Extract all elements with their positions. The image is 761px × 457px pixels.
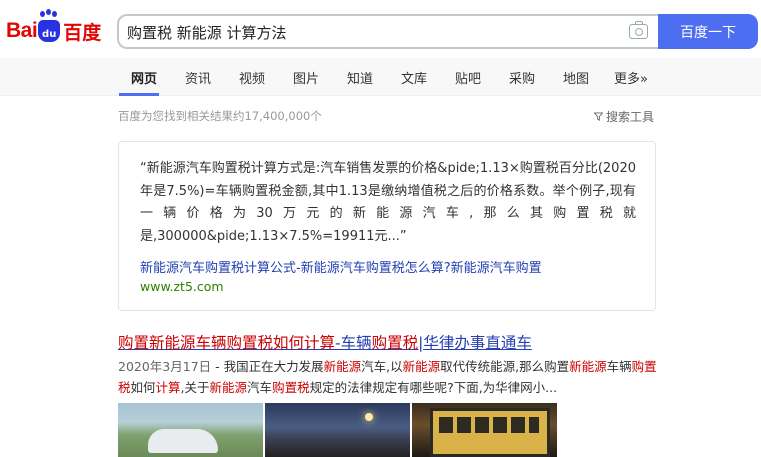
answer-text: “新能源汽车购置税计算方式是:汽车销售发票的价格&pide;1.13×购置税百分…	[140, 161, 636, 244]
logo-text-bai: Bai	[6, 19, 38, 42]
desc-segment: 计算	[155, 380, 181, 395]
tab-wenku[interactable]: 文库	[401, 68, 427, 87]
header: Bai du 百度 百度一下	[0, 0, 761, 58]
bus-shape	[430, 408, 550, 457]
street-lamp-shape	[365, 413, 373, 421]
tab-map[interactable]: 地图	[563, 68, 589, 87]
thumbnail-image[interactable]	[412, 403, 557, 457]
answer-source-link[interactable]: 新能源汽车购置税计算公式-新能源汽车购置税怎么算?新能源汽车购置	[140, 257, 542, 276]
desc-segment: - 我国正在大力发展	[211, 359, 324, 374]
desc-segment: 新能源	[323, 359, 362, 374]
tab-tieba[interactable]: 贴吧	[455, 68, 481, 87]
result-date: 2020年3月17日	[118, 359, 212, 374]
tab-more[interactable]: 更多»	[614, 68, 648, 87]
desc-segment: 新能源	[209, 380, 248, 395]
result-title-link[interactable]: 购置新能源车辆购置税如何计算-车辆购置税|华律办事直通车	[118, 331, 532, 353]
title-segment: |华律办事直通车	[418, 334, 532, 352]
desc-segment: 汽车,以	[361, 359, 403, 374]
title-segment: 购置税	[371, 334, 419, 352]
baidu-logo[interactable]: Bai du 百度	[6, 11, 102, 48]
active-tab-indicator	[119, 93, 159, 96]
desc-segment: 取代传统能源,那么购置	[440, 359, 570, 374]
logo-text-cn: 百度	[63, 21, 102, 44]
desc-segment: 新能源	[569, 359, 607, 374]
thumbnail-image[interactable]	[118, 403, 263, 457]
desc-segment: 规定的法律规定有哪些呢?下面,为华律网小...	[309, 380, 558, 395]
search-tools-button[interactable]: 搜索工具	[594, 108, 654, 125]
answer-card: “新能源汽车购置税计算方式是:汽车销售发票的价格&pide;1.13×购置税百分…	[118, 141, 656, 311]
answer-source-site: www.zt5.com	[140, 279, 224, 294]
tab-news[interactable]: 资讯	[185, 68, 211, 87]
title-segment: -车辆	[335, 334, 372, 352]
desc-segment: 汽车	[247, 380, 273, 395]
tab-web[interactable]: 网页	[131, 68, 157, 87]
tab-zhidao[interactable]: 知道	[347, 68, 373, 87]
tab-images[interactable]: 图片	[293, 68, 319, 87]
thumbnail-image[interactable]	[265, 403, 410, 457]
tab-caigou[interactable]: 采购	[509, 68, 535, 87]
title-segment: 购置新能源车辆购置税如何计算	[118, 334, 336, 352]
result-thumbnails	[118, 403, 557, 457]
desc-segment: 新能源	[402, 359, 441, 374]
car-shape	[148, 429, 218, 453]
nav-tabs: 网页 资讯 视频 图片 知道 文库 贴吧 采购 地图 更多»	[0, 58, 761, 96]
filter-icon	[594, 112, 603, 121]
desc-segment: 购置税	[272, 380, 310, 395]
tab-video[interactable]: 视频	[239, 68, 265, 87]
result-description: 2020年3月17日 - 我国正在大力发展新能源汽车,以新能源取代传统能源,那么…	[118, 356, 658, 398]
search-input[interactable]	[127, 22, 617, 42]
search-tools-label: 搜索工具	[606, 110, 655, 124]
desc-segment: 车辆	[606, 359, 632, 374]
result-count: 百度为您找到相关结果约17,400,000个	[118, 109, 322, 123]
logo-text-du: du	[42, 29, 57, 40]
camera-icon[interactable]	[629, 21, 648, 39]
search-button[interactable]: 百度一下	[658, 14, 758, 49]
search-box	[117, 14, 658, 49]
desc-segment: 如何	[130, 380, 156, 395]
desc-segment: ,关于	[180, 380, 210, 395]
paw-icon: du	[38, 11, 61, 42]
